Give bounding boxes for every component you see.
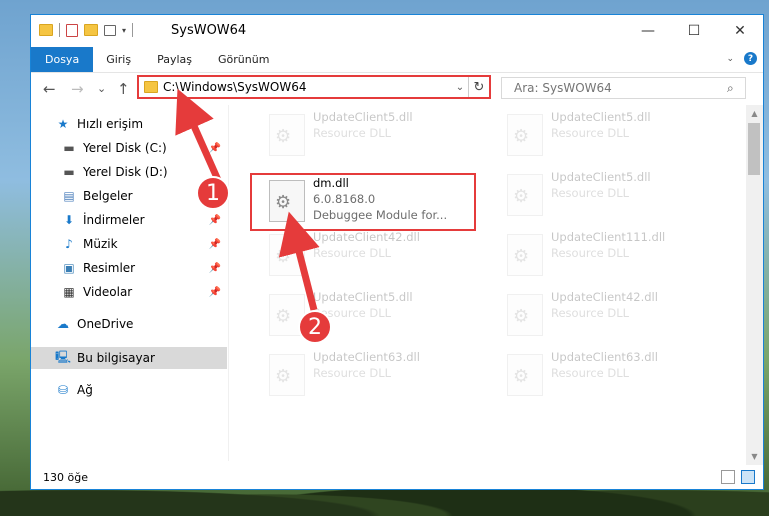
arrow-to-dm-dll bbox=[278, 211, 320, 311]
step-2-badge: 2 bbox=[298, 310, 332, 344]
step-1-badge: 1 bbox=[196, 176, 230, 210]
annotation-arrows bbox=[175, 88, 320, 311]
arrow-to-address-bar bbox=[175, 88, 222, 182]
